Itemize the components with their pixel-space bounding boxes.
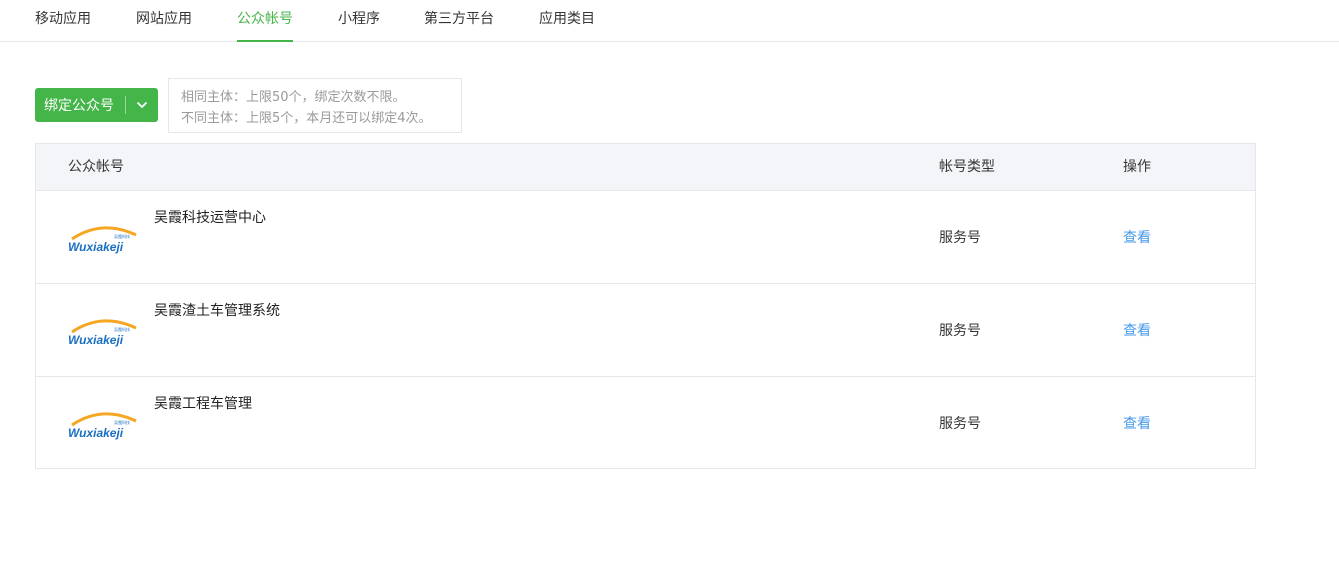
header-actions: 操作 [1123,159,1151,175]
account-logo: 吴霞科技 Wuxiakeji [68,226,137,254]
account-logo: 吴霞科技 Wuxiakeji [68,319,137,347]
logo-text: Wuxiakeji [68,426,124,440]
account-type: 服务号 [939,230,981,246]
account-logo: 吴霞科技 Wuxiakeji [68,412,137,440]
chevron-down-icon[interactable] [126,101,158,109]
table-row: 吴霞科技 Wuxiakeji 吴霞工程车管理 服务号 查看 [36,376,1255,469]
tab-bar: 移动应用 网站应用 公众帐号 小程序 第三方平台 应用类目 [0,0,1339,42]
tab-mobile-apps[interactable]: 移动应用 [35,0,91,42]
view-link[interactable]: 查看 [1123,227,1151,247]
account-type: 服务号 [939,323,981,339]
logo-subtext: 吴霞科技 [114,233,130,239]
accounts-table: 公众帐号 帐号类型 操作 吴霞科技 Wuxiakeji 吴霞科技运营中心 服务号… [35,143,1256,469]
table-row: 吴霞科技 Wuxiakeji 吴霞科技运营中心 服务号 查看 [36,190,1255,283]
bind-account-button[interactable]: 绑定公众号 [35,88,158,122]
bind-account-label: 绑定公众号 [44,98,114,114]
table-row: 吴霞科技 Wuxiakeji 吴霞渣土车管理系统 服务号 查看 [36,283,1255,376]
tab-app-categories[interactable]: 应用类目 [539,0,595,42]
header-account-type: 帐号类型 [939,159,995,175]
tab-third-party-platform[interactable]: 第三方平台 [424,0,494,42]
logo-subtext: 吴霞科技 [114,419,130,425]
account-name: 吴霞工程车管理 [154,396,252,412]
logo-text: Wuxiakeji [68,333,124,347]
tab-official-accounts[interactable]: 公众帐号 [237,0,293,42]
tab-website-apps[interactable]: 网站应用 [136,0,192,42]
account-name: 吴霞科技运营中心 [154,210,266,226]
table-header: 公众帐号 帐号类型 操作 [36,144,1255,190]
account-type: 服务号 [939,416,981,432]
logo-subtext: 吴霞科技 [114,326,130,332]
tab-mini-programs[interactable]: 小程序 [338,0,380,42]
header-account: 公众帐号 [68,159,124,175]
logo-text: Wuxiakeji [68,240,124,254]
view-link[interactable]: 查看 [1123,320,1151,340]
tip-line-same-entity: 相同主体：上限50个，绑定次数不限。 [181,90,406,105]
bind-limit-tip: 相同主体：上限50个，绑定次数不限。 不同主体：上限5个，本月还可以绑定4次。 [168,78,462,133]
view-link[interactable]: 查看 [1123,413,1151,433]
tip-line-different-entity: 不同主体：上限5个，本月还可以绑定4次。 [181,111,432,126]
account-name: 吴霞渣土车管理系统 [154,303,280,319]
